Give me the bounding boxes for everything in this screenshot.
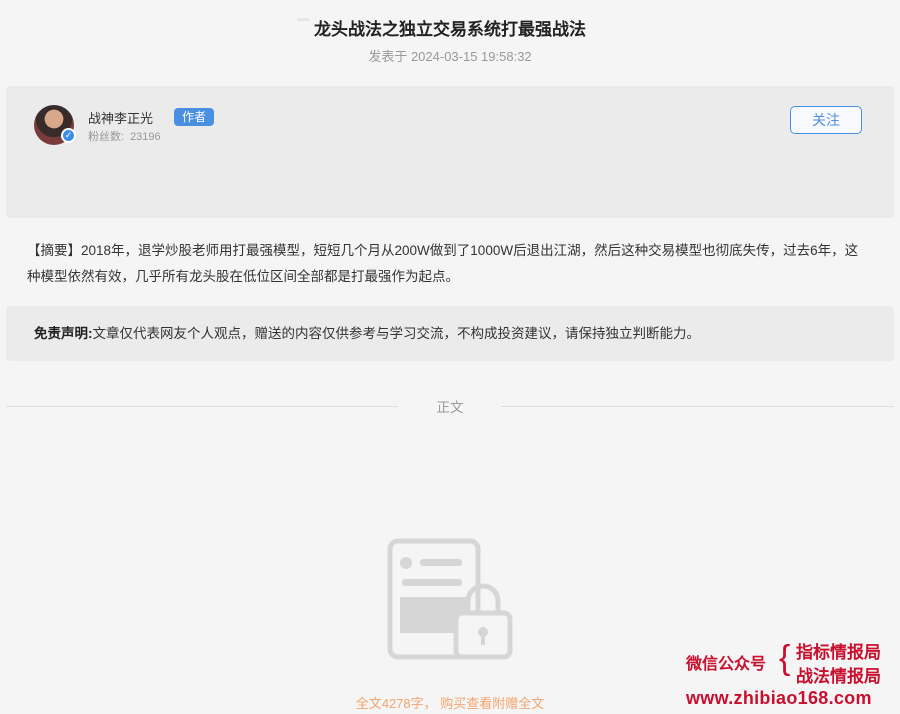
article-title: 龙头战法之独立交易系统打最强战法 bbox=[314, 20, 586, 39]
fans-label: 粉丝数: bbox=[88, 131, 125, 143]
author-avatar[interactable]: ✓ bbox=[34, 105, 76, 145]
follow-button[interactable]: 关注 bbox=[790, 106, 862, 134]
watermark-line-1: 指标情报局 bbox=[796, 643, 881, 662]
author-badge: 作者 bbox=[174, 108, 215, 126]
watermark-brace: { bbox=[779, 639, 791, 677]
author-card: ✓ 战神李正光 作者 粉丝数: 23196 关注 bbox=[6, 86, 894, 218]
divider-right bbox=[501, 406, 894, 407]
publish-date: 发表于 2024-03-15 19:58:32 bbox=[368, 49, 532, 64]
locked-document-icon bbox=[387, 538, 513, 660]
verified-icon: ✓ bbox=[61, 128, 76, 143]
watermark-line-2: 战法情报局 bbox=[796, 667, 881, 686]
disclaimer-label: 免责声明: bbox=[34, 326, 93, 341]
fans-value: 23196 bbox=[130, 131, 161, 143]
fans-count: 粉丝数: 23196 bbox=[88, 128, 161, 144]
watermark-label: 微信公众号 bbox=[686, 656, 767, 673]
watermark-url: www.zhibiao168.com bbox=[686, 688, 872, 708]
disclaimer-box: 免责声明:文章仅代表网友个人观点，赠送的内容仅供参考与学习交流，不构成投资建议，… bbox=[6, 306, 894, 361]
disclaimer-text: 文章仅代表网友个人观点，赠送的内容仅供参考与学习交流，不构成投资建议，请保持独立… bbox=[92, 326, 701, 341]
watermark: 微信公众号 { 指标情报局 战法情报局 www.zhibiao168.com bbox=[686, 636, 896, 714]
article-summary: 【摘要】2018年，退学炒股老师用打最强模型，短短几个月从200W做到了1000… bbox=[27, 243, 859, 284]
author-name[interactable]: 战神李正光 bbox=[88, 108, 153, 127]
